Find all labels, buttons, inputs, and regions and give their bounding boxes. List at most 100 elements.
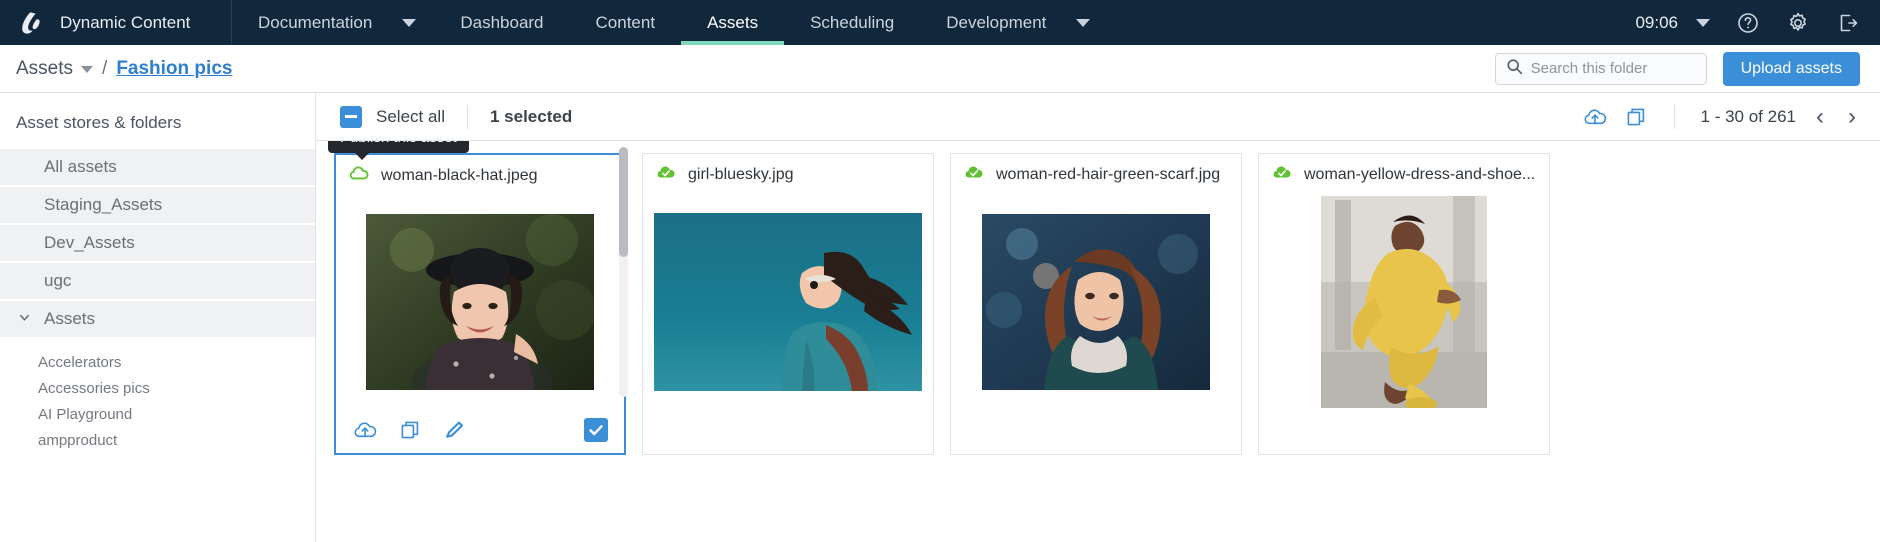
toolbar-divider — [1673, 104, 1675, 129]
select-all-checkbox[interactable] — [340, 105, 362, 128]
toolbar-right-group: 1 - 30 of 261 ‹ › — [1582, 104, 1860, 130]
asset-card[interactable]: woman-yellow-dress-and-shoe... — [1258, 153, 1550, 455]
pagination-next-button[interactable]: › — [1844, 104, 1860, 129]
top-navigation-bar: Dynamic Content Documentation Dashboard … — [0, 0, 1880, 45]
assets-panel: Select all 1 selected 1 - 30 of 261 ‹ › … — [316, 93, 1880, 542]
nav-item-content[interactable]: Content — [570, 0, 682, 45]
asset-thumbnail-area[interactable] — [336, 197, 624, 407]
asset-selected-checkbox[interactable] — [584, 418, 608, 442]
asset-filename: woman-red-hair-green-scarf.jpg — [996, 166, 1221, 183]
assets-scrollbar[interactable] — [619, 147, 628, 397]
search-box[interactable] — [1494, 52, 1707, 85]
tooltip: Publish this asset — [328, 141, 469, 160]
nav-item-label: Development — [946, 12, 1047, 32]
assets-grid-wrapper: woman-black-hat.jpeg girl-bluesky.jpg wo… — [316, 141, 1880, 542]
assets-toolbar: Select all 1 selected 1 - 30 of 261 ‹ › — [316, 93, 1880, 141]
asset-card-footer: Publish this asset — [328, 141, 624, 453]
logout-icon[interactable] — [1836, 11, 1860, 35]
breadcrumb-separator: / — [102, 57, 108, 79]
chevron-down-icon[interactable] — [402, 18, 417, 27]
sidebar-item-label: Dev_Assets — [44, 233, 135, 252]
scrollbar-thumb[interactable] — [619, 147, 628, 257]
search-icon — [1506, 58, 1523, 80]
sidebar-folder-accelerators[interactable]: Accelerators — [0, 349, 315, 375]
nav-right-group: 09:06 — [1635, 0, 1880, 45]
asset-thumbnail — [654, 213, 922, 391]
sidebar-title: Asset stores & folders — [16, 113, 182, 132]
sidebar-folder-accessories-pics[interactable]: Accessories pics — [0, 375, 315, 401]
asset-filename: woman-yellow-dress-and-shoe... — [1304, 166, 1536, 183]
nav-item-dashboard[interactable]: Dashboard — [434, 0, 569, 45]
edit-icon[interactable] — [442, 418, 466, 442]
nav-item-documentation[interactable]: Documentation — [232, 0, 434, 45]
pagination-label: 1 - 30 of 261 — [1700, 106, 1796, 126]
sidebar-folder-ampproduct[interactable]: ampproduct — [0, 427, 315, 453]
sidebar-item-label: Staging_Assets — [44, 195, 163, 214]
sidebar-item-all-assets[interactable]: All assets — [0, 149, 315, 185]
asset-thumbnail — [1321, 196, 1487, 408]
asset-card-header: woman-black-hat.jpeg — [336, 155, 624, 197]
nav-item-scheduling[interactable]: Scheduling — [784, 0, 920, 45]
sidebar-item-assets[interactable]: Assets — [0, 301, 315, 337]
toolbar-divider — [466, 104, 468, 129]
asset-thumbnail-area[interactable] — [643, 196, 933, 408]
publish-icon[interactable] — [352, 417, 378, 443]
clock-label: 09:06 — [1635, 12, 1678, 32]
copy-icon[interactable] — [398, 418, 422, 442]
nav-item-assets[interactable]: Assets — [681, 0, 785, 45]
pagination-prev-button[interactable]: ‹ — [1812, 104, 1828, 129]
asset-card-header: woman-yellow-dress-and-shoe... — [1259, 154, 1549, 196]
copy-icon[interactable] — [1624, 105, 1648, 129]
indeterminate-dash-icon — [345, 115, 357, 118]
sidebar-item-label: ugc — [44, 271, 72, 290]
help-icon[interactable] — [1736, 11, 1760, 35]
amplience-logo-icon — [18, 10, 44, 36]
asset-filename: woman-black-hat.jpeg — [381, 167, 538, 184]
asset-thumbnail — [366, 214, 594, 390]
chevron-down-icon[interactable] — [1076, 18, 1091, 27]
asset-thumbnail-area[interactable] — [1259, 196, 1549, 408]
asset-thumbnail-area[interactable] — [951, 196, 1241, 408]
asset-card-footer — [643, 408, 933, 454]
sidebar-item-label: Assets — [44, 309, 96, 328]
asset-card[interactable]: woman-red-hair-green-scarf.jpg — [950, 153, 1242, 455]
search-input[interactable] — [1530, 60, 1696, 77]
sidebar-folder-label: ampproduct — [38, 431, 118, 449]
selected-count-label: 1 selected — [489, 106, 573, 126]
asset-card-footer — [1259, 408, 1549, 454]
asset-card[interactable]: girl-bluesky.jpg — [642, 153, 934, 455]
sidebar-item-staging-assets[interactable]: Staging_Assets — [0, 187, 315, 223]
sidebar-folder-ai-playground[interactable]: AI Playground — [0, 401, 315, 427]
select-all-label[interactable]: Select all — [376, 107, 445, 127]
cloud-published-icon — [1271, 162, 1293, 189]
sidebar-folder-label: AI Playground — [38, 405, 133, 423]
asset-card-footer — [951, 408, 1241, 454]
asset-card-header: woman-red-hair-green-scarf.jpg — [951, 154, 1241, 196]
asset-card-header: girl-bluesky.jpg — [643, 154, 933, 196]
asset-thumbnail — [982, 214, 1210, 390]
sidebar-folder-label: Accelerators — [38, 353, 122, 371]
publish-icon[interactable] — [1582, 104, 1608, 130]
primary-nav: Documentation Dashboard Content Assets S… — [232, 0, 1108, 45]
sidebar-folder-label: Accessories pics — [38, 379, 150, 397]
chevron-down-icon[interactable] — [1696, 18, 1710, 27]
main-body: Asset stores & folders All assets Stagin… — [0, 93, 1880, 542]
sidebar-item-ugc[interactable]: ugc — [0, 263, 315, 299]
nav-item-label: Assets — [707, 12, 759, 32]
breadcrumb-root[interactable]: Assets — [16, 58, 73, 80]
check-icon — [589, 425, 603, 436]
upload-assets-button[interactable]: Upload assets — [1722, 51, 1860, 86]
nav-item-development[interactable]: Development — [920, 0, 1108, 45]
assets-grid: woman-black-hat.jpeg girl-bluesky.jpg wo… — [316, 141, 1880, 542]
nav-item-label: Dashboard — [460, 12, 544, 32]
chevron-down-icon[interactable] — [18, 311, 31, 327]
nav-item-label: Content — [595, 12, 656, 32]
nav-item-label: Scheduling — [810, 12, 895, 32]
sidebar-item-dev-assets[interactable]: Dev_Assets — [0, 225, 315, 261]
gear-icon[interactable] — [1786, 11, 1810, 35]
asset-card[interactable]: woman-black-hat.jpeg — [328, 141, 626, 455]
brand-area[interactable]: Dynamic Content — [0, 0, 232, 45]
chevron-down-icon[interactable] — [81, 66, 94, 73]
breadcrumb-current-folder[interactable]: Fashion pics — [116, 58, 232, 80]
nav-item-label: Documentation — [258, 12, 373, 32]
